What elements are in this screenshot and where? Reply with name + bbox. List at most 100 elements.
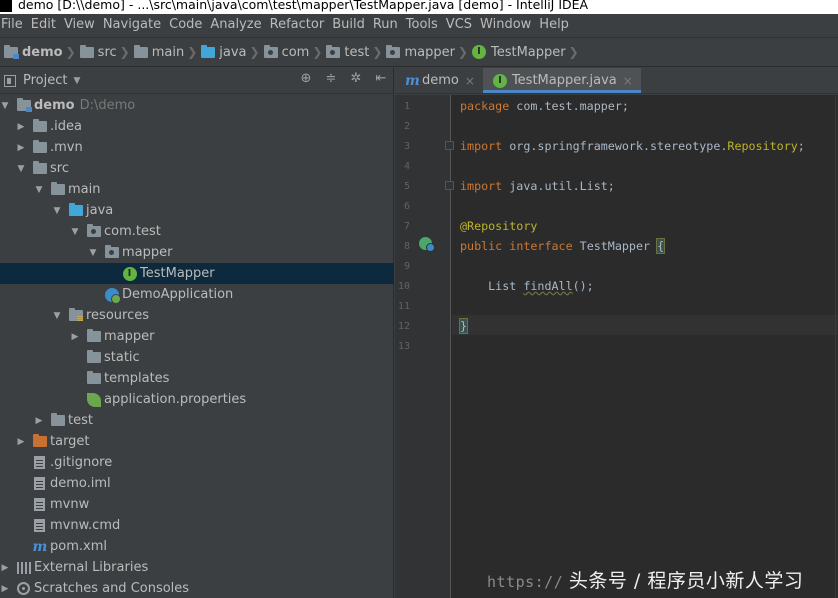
right-margin-guide [835, 95, 836, 598]
tree-item-resources[interactable]: ▼ resources [0, 305, 394, 326]
expand-arrow-icon[interactable]: ▼ [88, 248, 98, 258]
dropdown-arrow-icon[interactable]: ▼ [73, 76, 80, 86]
expand-arrow-icon[interactable]: ▼ [52, 311, 62, 321]
menu-analyze[interactable]: Analyze [207, 14, 266, 36]
tree-item-mvnw[interactable]: ▶ mvnw [0, 494, 394, 515]
tree-item-main[interactable]: ▼ main [0, 179, 394, 200]
expand-arrow-icon[interactable]: ▼ [34, 185, 44, 195]
interface-icon: I [122, 266, 137, 281]
chevron-right-icon: ❯ [568, 45, 579, 59]
package-icon [386, 44, 401, 58]
tree-item-static[interactable]: ▶ static [0, 347, 394, 368]
menu-run[interactable]: Run [370, 14, 403, 36]
tree-item-target[interactable]: ▶ target [0, 431, 394, 452]
expand-arrow-icon[interactable]: ▼ [0, 101, 10, 111]
spring-properties-icon [86, 392, 101, 407]
folder-icon [50, 413, 65, 426]
expand-arrow-icon[interactable]: ▼ [52, 206, 62, 216]
tree-item-gitignore[interactable]: ▶ .gitignore [0, 452, 394, 473]
menu-help[interactable]: Help [536, 14, 574, 36]
tree-item-testmapper[interactable]: ▶ I TestMapper [0, 263, 394, 284]
settings-gear-icon[interactable]: ✲ [349, 71, 363, 86]
source-folder-icon [68, 203, 83, 216]
interface-icon: I [492, 73, 507, 88]
code-editor[interactable]: 1 2 3 4 5 6 7 8 9 10 11 12 13 package co… [395, 95, 838, 598]
line-number: 7 [403, 221, 410, 232]
line-number: 1 [403, 101, 410, 112]
folder-icon [32, 119, 47, 132]
locate-file-icon[interactable]: ⊕ [299, 71, 313, 86]
tree-item-mvnw-cmd[interactable]: ▶ mvnw.cmd [0, 515, 394, 536]
tree-item-external-libraries[interactable]: ▶ External Libraries [0, 557, 394, 578]
breadcrumb-item-com[interactable]: com ❯ [263, 44, 327, 60]
menu-navigate[interactable]: Navigate [100, 14, 166, 36]
breadcrumb-item-demo[interactable]: demo ❯ [4, 44, 80, 60]
menu-refactor[interactable]: Refactor [267, 14, 330, 36]
package-icon [86, 224, 101, 237]
tree-item-mvn[interactable]: ▶ .mvn [0, 137, 394, 158]
tree-item-demo[interactable]: ▼ demo D:\demo [0, 95, 394, 116]
project-tool-window: Project ▼ ⊕ ≑ ✲ ⇤ ▼ demo D:\demo ▶ .idea… [0, 68, 394, 598]
menu-window[interactable]: Window [477, 14, 536, 36]
tree-item-mapper-package[interactable]: ▼ mapper [0, 242, 394, 263]
maven-icon: m [32, 538, 48, 555]
close-icon[interactable]: × [623, 74, 633, 88]
tree-item-pom-xml[interactable]: ▶ m pom.xml [0, 536, 394, 557]
tree-item-templates[interactable]: ▶ templates [0, 368, 394, 389]
menu-edit[interactable]: Edit [28, 14, 61, 36]
collapse-all-icon[interactable]: ≑ [324, 71, 338, 86]
chevron-right-icon: ❯ [457, 45, 468, 59]
breadcrumb-item-main[interactable]: main ❯ [133, 44, 202, 60]
breadcrumb-item-test[interactable]: test ❯ [326, 44, 386, 60]
menu-view[interactable]: View [61, 14, 100, 36]
project-view-icon [4, 74, 16, 87]
tab-label: TestMapper.java [511, 73, 617, 88]
tree-item-src[interactable]: ▼ src [0, 158, 394, 179]
collapse-arrow-icon[interactable]: ▶ [16, 122, 26, 132]
menu-tools[interactable]: Tools [403, 14, 443, 36]
menu-file[interactable]: File [0, 14, 28, 36]
close-icon[interactable]: × [465, 74, 475, 88]
collapse-arrow-icon[interactable]: ▶ [70, 332, 80, 342]
collapse-arrow-icon[interactable]: ▶ [34, 416, 44, 426]
collapse-arrow-icon[interactable]: ▶ [16, 437, 26, 447]
menu-bar: File Edit View Navigate Code Analyze Ref… [0, 14, 838, 36]
collapse-arrow-icon[interactable]: ▶ [0, 563, 10, 573]
folder-icon [86, 371, 101, 384]
collapse-arrow-icon[interactable]: ▶ [0, 584, 10, 594]
tab-testmapper-java[interactable]: I TestMapper.java × [482, 68, 641, 93]
breadcrumb-item-mapper[interactable]: mapper ❯ [386, 44, 472, 60]
tree-item-demo-iml[interactable]: ▶ demo.iml [0, 473, 394, 494]
tree-item-demoapplication[interactable]: ▶ DemoApplication [0, 284, 394, 305]
package-icon [263, 44, 278, 58]
spring-bean-gutter-icon[interactable] [419, 237, 435, 252]
tree-item-java[interactable]: ▼ java [0, 200, 394, 221]
code-line-5: import java.util.List; [460, 179, 615, 193]
tree-item-test[interactable]: ▶ test [0, 410, 394, 431]
code-line-3: import org.springframework.stereotype.Re… [460, 139, 805, 153]
code-line-1: package com.test.mapper; [460, 99, 629, 113]
tab-demo[interactable]: m demo × [395, 68, 483, 93]
collapse-arrow-icon[interactable]: ▶ [16, 143, 26, 153]
module-folder-icon [4, 44, 19, 59]
breadcrumb-item-java[interactable]: java ❯ [201, 44, 263, 60]
expand-arrow-icon[interactable]: ▼ [70, 227, 80, 237]
tree-item-idea[interactable]: ▶ .idea [0, 116, 394, 137]
tree-item-mapper-resources[interactable]: ▶ mapper [0, 326, 394, 347]
scratches-icon [17, 582, 30, 595]
hide-panel-icon[interactable]: ⇤ [374, 71, 388, 86]
folder-icon [32, 140, 47, 153]
menu-code[interactable]: Code [166, 14, 207, 36]
project-view-selector[interactable]: Project [23, 73, 67, 88]
breadcrumb-item-src[interactable]: src ❯ [79, 44, 134, 60]
code-line-12: } [458, 318, 469, 334]
menu-vcs[interactable]: VCS [443, 14, 477, 36]
breadcrumb-item-testmapper[interactable]: I TestMapper ❯ [471, 45, 583, 60]
folder-icon [133, 44, 148, 58]
tree-item-application-properties[interactable]: ▶ application.properties [0, 389, 394, 410]
expand-arrow-icon[interactable]: ▼ [16, 164, 26, 174]
tree-item-com-test[interactable]: ▼ com.test [0, 221, 394, 242]
tree-item-scratches[interactable]: ▶ Scratches and Consoles [0, 578, 394, 598]
chevron-right-icon: ❯ [372, 45, 383, 59]
menu-build[interactable]: Build [329, 14, 370, 36]
